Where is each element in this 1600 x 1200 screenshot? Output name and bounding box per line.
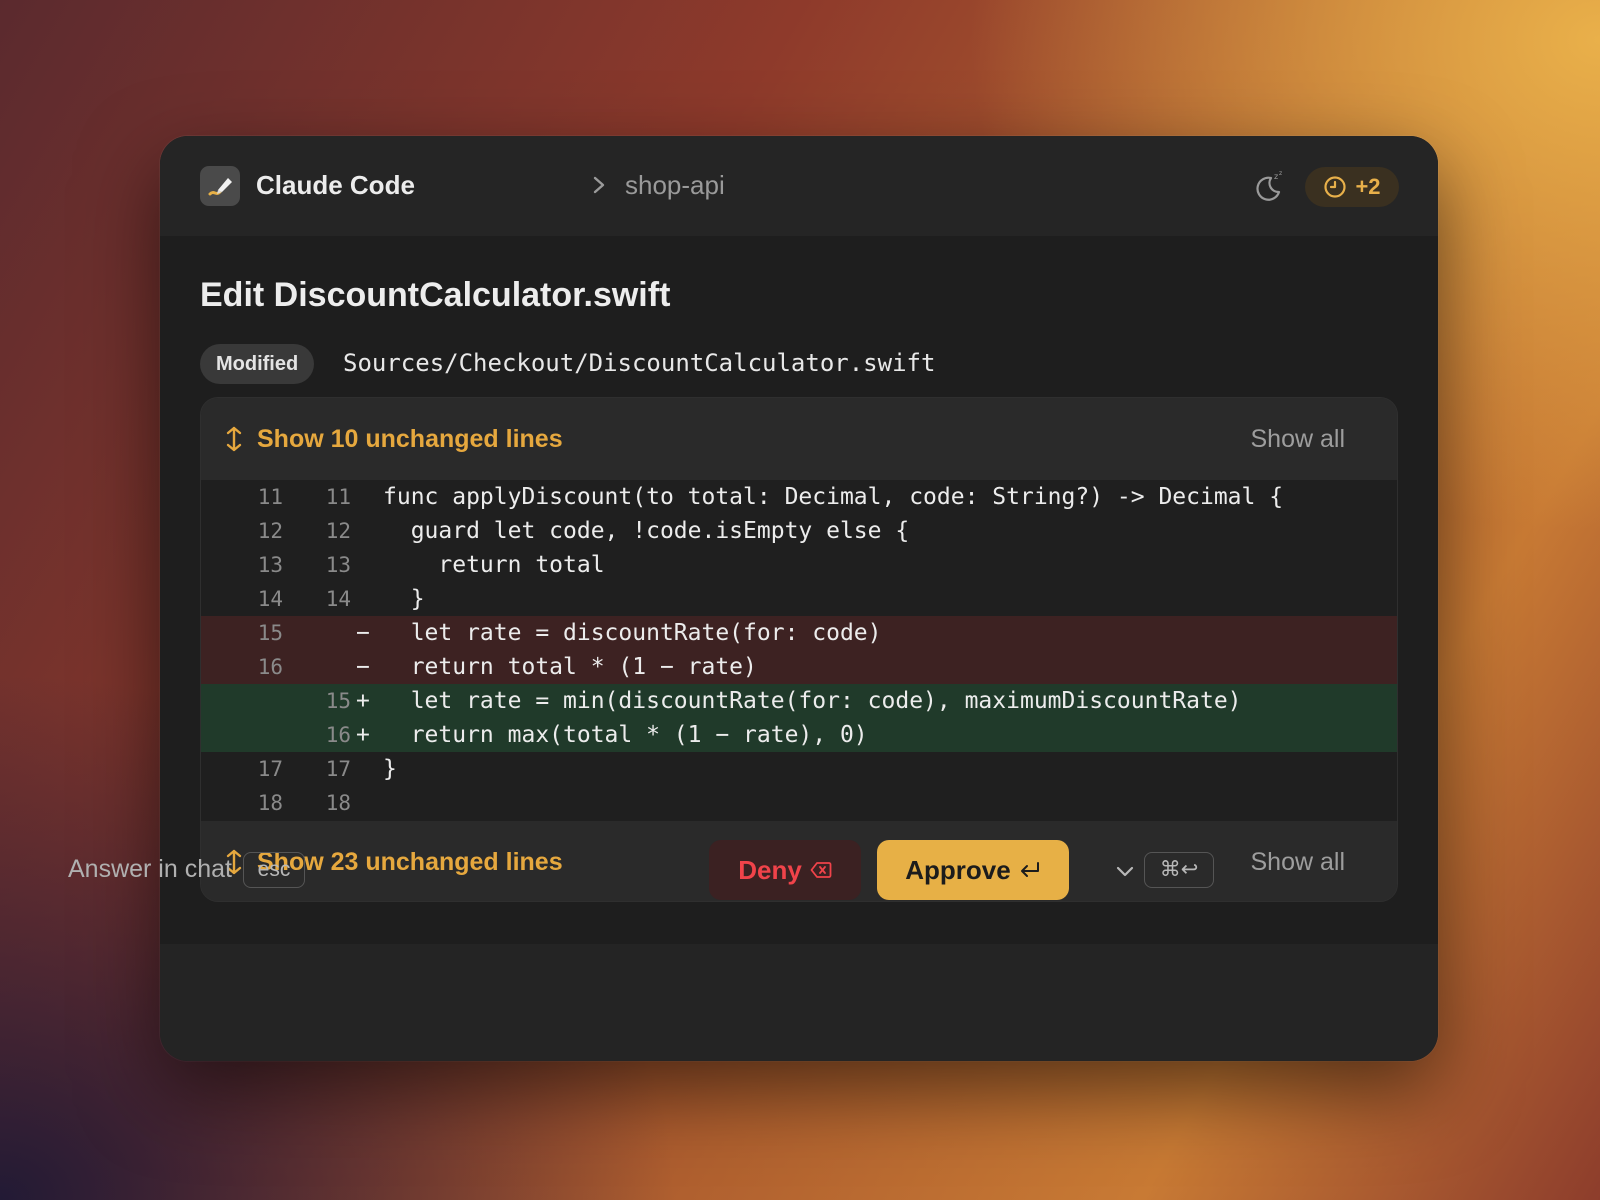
- code-text: return max(total * (1 − rate), 0): [383, 722, 868, 748]
- new-line-number: 14: [325, 587, 351, 611]
- diff-marker: +: [356, 722, 370, 748]
- dialog-header: Claude Code shop-api z z +2: [160, 136, 1438, 236]
- code-text: return total: [383, 552, 605, 578]
- fold-top-label[interactable]: Show 10 unchanged lines: [257, 425, 563, 454]
- deny-button[interactable]: Deny: [709, 840, 861, 900]
- diff-marker: −: [356, 654, 370, 680]
- old-line-number: 11: [257, 485, 283, 509]
- diff-code: 11 11 func applyDiscount(to total: Decimal…: [201, 480, 1397, 821]
- new-line-number: 13: [325, 553, 351, 577]
- show-all-top-button[interactable]: Show all: [1251, 425, 1346, 454]
- diff-line-context: 14 14 }: [201, 582, 1397, 616]
- diff-line-context: 13 13 return total: [201, 548, 1397, 582]
- new-line-number: 11: [325, 485, 351, 509]
- approve-button[interactable]: Approve: [877, 840, 1069, 900]
- diff-line-context: 11 11 func applyDiscount(to total: Decimal…: [201, 480, 1397, 514]
- old-line-number: 12: [257, 519, 283, 543]
- diff-view: Show 10 unchanged lines Show all 11 11 fun…: [200, 397, 1398, 902]
- return-key-icon: [1020, 862, 1039, 877]
- new-line-number: 16: [325, 723, 351, 747]
- app-icon: [200, 166, 240, 206]
- expand-arrows-icon: [226, 426, 242, 452]
- diff-line-context: 17 17}: [201, 752, 1397, 786]
- diff-line-del: 16 − return total * (1 − rate): [201, 650, 1397, 684]
- new-line-number: 12: [325, 519, 351, 543]
- chevron-down-icon[interactable]: [1114, 860, 1136, 882]
- old-line-number: 18: [257, 791, 283, 815]
- approve-label: Approve: [905, 854, 1011, 885]
- options-shortcut: ⌘↩: [1144, 852, 1214, 888]
- new-line-number: 18: [325, 791, 351, 815]
- old-line-number: 14: [257, 587, 283, 611]
- old-line-number: 17: [257, 757, 283, 781]
- diff-line-add: 16 + return max(total * (1 − rate), 0): [201, 718, 1397, 752]
- code-text: let rate = discountRate(for: code): [383, 620, 882, 646]
- diff-marker: −: [356, 620, 370, 646]
- esc-shortcut: esc: [243, 852, 305, 888]
- file-path: Sources/Checkout/DiscountCalculator.swif…: [343, 349, 936, 377]
- permission-dialog: Claude Code shop-api z z +2 Edit Discoun…: [160, 136, 1438, 1061]
- breadcrumb-app: Claude Code: [256, 170, 415, 200]
- new-line-number: 17: [325, 757, 351, 781]
- sleep-icon[interactable]: z z: [1252, 169, 1286, 203]
- code-text: }: [383, 586, 425, 612]
- svg-text:z: z: [1274, 172, 1278, 181]
- old-line-number: 13: [257, 553, 283, 577]
- old-line-number: 15: [257, 621, 283, 645]
- svg-text:z: z: [1279, 170, 1282, 177]
- dialog-footer: [160, 944, 1438, 1061]
- show-all-bottom-button[interactable]: Show all: [1251, 848, 1346, 877]
- code-text: guard let code, !code.isEmpty else {: [383, 518, 910, 544]
- status-badge: Modified: [200, 344, 315, 384]
- diff-line-context: 18 18: [201, 786, 1397, 820]
- code-text: return total * (1 − rate): [383, 654, 757, 680]
- diff-marker: +: [356, 688, 370, 714]
- dialog-title: Edit DiscountCalculator.swift: [200, 276, 671, 314]
- breadcrumb-project[interactable]: shop-api: [625, 170, 725, 201]
- delete-key-icon: [810, 862, 832, 878]
- answer-in-chat-label[interactable]: Answer in chat: [68, 855, 232, 884]
- code-text: }: [383, 756, 397, 782]
- diff-line-add: 15 + let rate = min(discountRate(for: cod…: [201, 684, 1397, 718]
- diff-line-del: 15 − let rate = discountRate(for: code): [201, 616, 1397, 650]
- queue-badge[interactable]: +2: [1305, 167, 1399, 207]
- code-text: func applyDiscount(to total: Decimal, co…: [383, 484, 1284, 510]
- old-line-number: 16: [257, 655, 283, 679]
- fold-top[interactable]: Show 10 unchanged lines Show all: [201, 398, 1397, 480]
- code-text: let rate = min(discountRate(for: code), …: [383, 688, 1242, 714]
- new-line-number: 15: [325, 689, 351, 713]
- chevron-right-icon: [593, 176, 605, 194]
- clock-icon: [1324, 176, 1347, 198]
- diff-line-context: 12 12 guard let code, !code.isEmpty else …: [201, 514, 1397, 548]
- queue-count: +2: [1355, 174, 1381, 199]
- deny-label: Deny: [738, 854, 802, 885]
